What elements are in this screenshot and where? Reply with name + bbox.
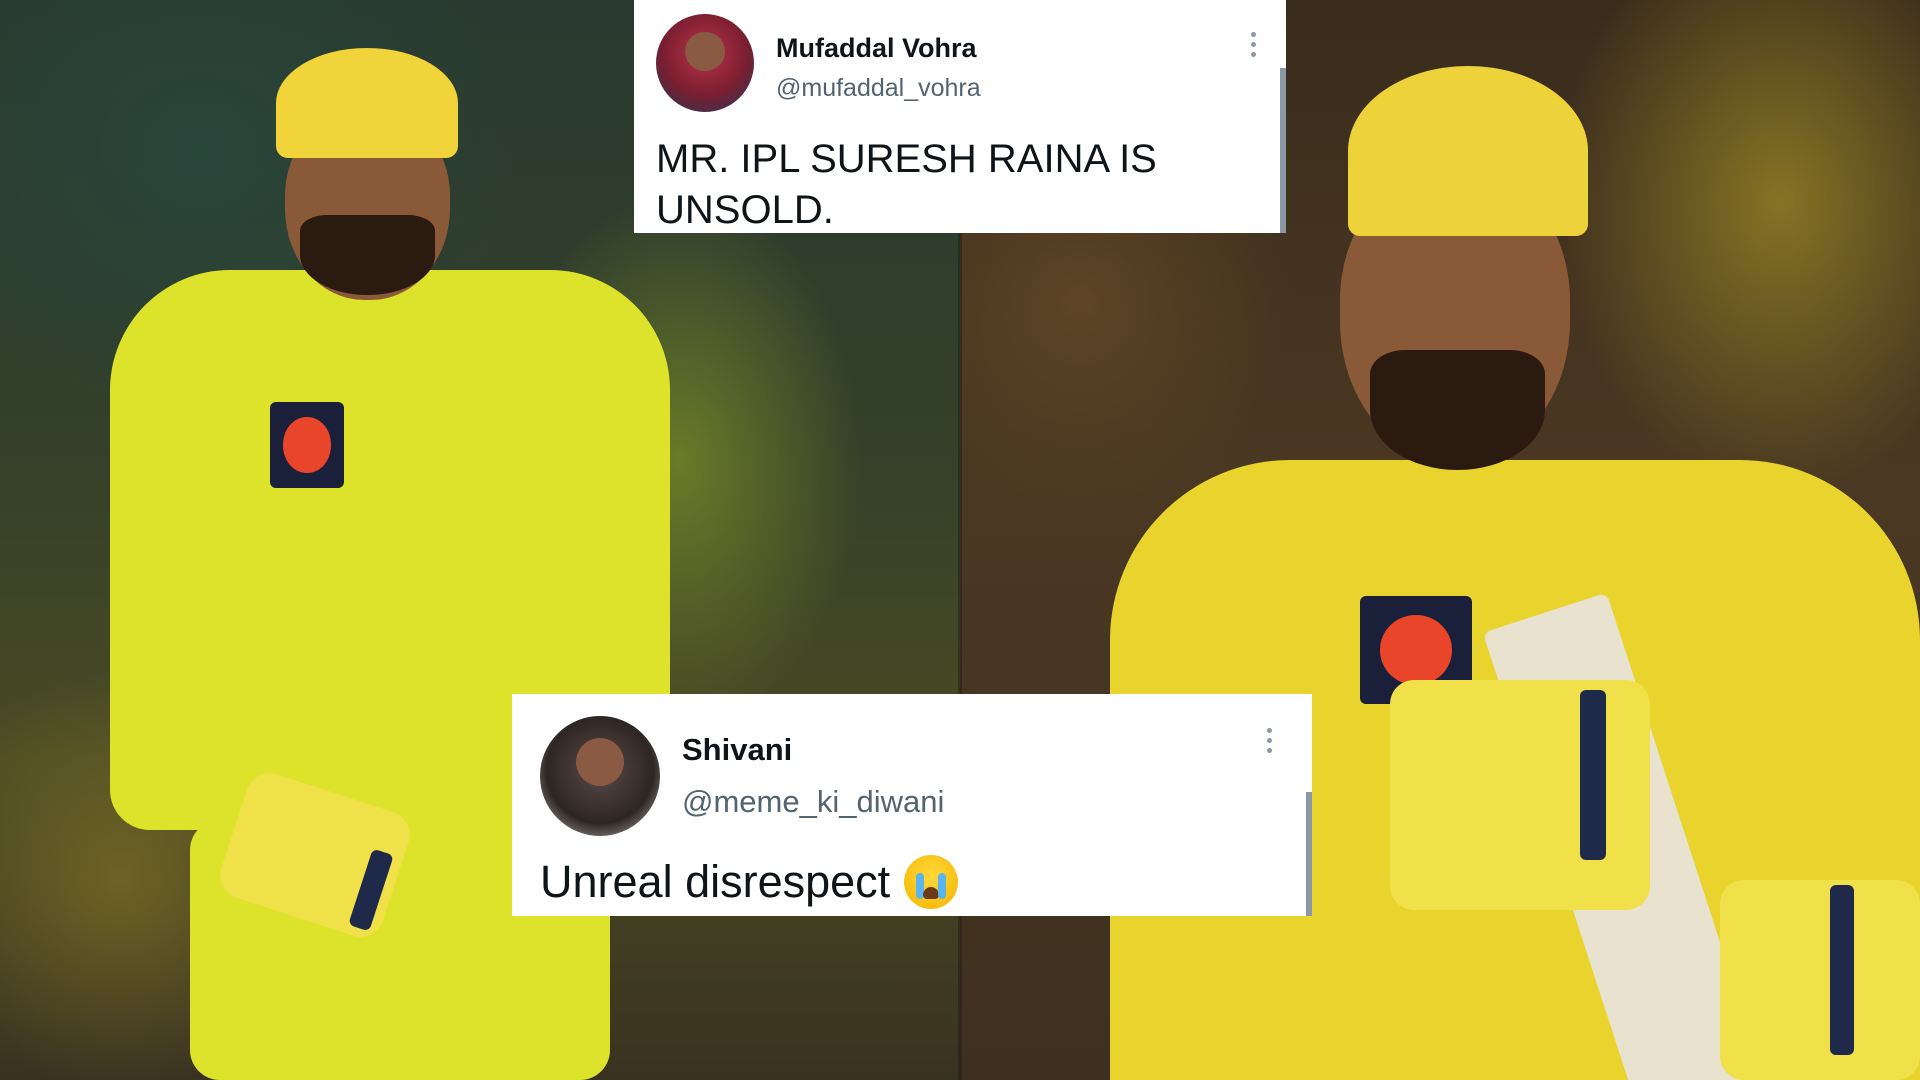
user-handle[interactable]: @meme_ki_diwani [682, 784, 944, 820]
more-options-icon[interactable] [1267, 728, 1272, 753]
beard-left [300, 215, 435, 295]
tweet-header: Mufaddal Vohra @mufaddal_vohra [656, 14, 1264, 112]
cap-left [276, 48, 458, 158]
scrollbar[interactable] [1306, 792, 1312, 916]
tweet-text: MR. IPL SURESH RAINA IS UNSOLD. [656, 137, 1157, 232]
tweet-text-row: Unreal disrespect [540, 854, 1284, 910]
glove-stripe-right-2 [1830, 885, 1854, 1055]
glove-right-2 [1720, 880, 1920, 1080]
tweet-card-2[interactable]: Shivani @meme_ki_diwani Unreal disrespec… [512, 694, 1312, 916]
user-handle[interactable]: @mufaddal_vohra [776, 74, 981, 103]
cap-right [1348, 66, 1588, 236]
author-info: Shivani @meme_ki_diwani [682, 732, 944, 820]
more-options-icon[interactable] [1251, 32, 1256, 57]
tweet-header: Shivani @meme_ki_diwani [540, 716, 1284, 836]
scrollbar[interactable] [1280, 68, 1286, 233]
beard-right [1370, 350, 1545, 470]
avatar[interactable] [540, 716, 660, 836]
display-name[interactable]: Mufaddal Vohra [776, 33, 981, 64]
gulf-logo-left [270, 402, 344, 488]
glove-stripe-right-1 [1580, 690, 1606, 860]
tweet-card-1[interactable]: Mufaddal Vohra @mufaddal_vohra MR. IPL S… [634, 0, 1286, 233]
author-info: Mufaddal Vohra @mufaddal_vohra [776, 33, 981, 103]
glove-right-1 [1390, 680, 1650, 910]
avatar[interactable] [656, 14, 754, 112]
display-name[interactable]: Shivani [682, 732, 944, 768]
tweet-text: Unreal disrespect [540, 856, 891, 907]
loudly-crying-face-icon [904, 855, 959, 909]
